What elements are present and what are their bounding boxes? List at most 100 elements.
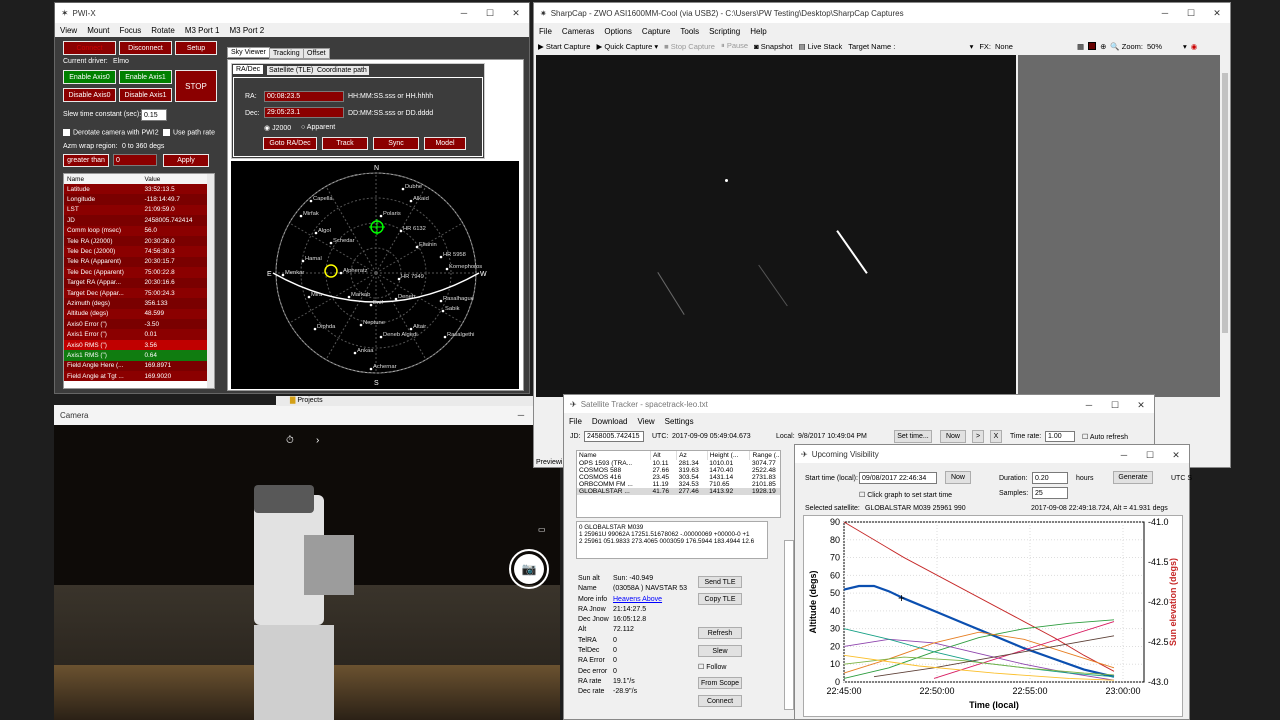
table-row[interactable]: Field Angle Here (... 169.8971: [64, 360, 209, 372]
live-stack-button[interactable]: ▤ Live Stack: [798, 42, 842, 51]
dec-input[interactable]: 29:05:23.1: [264, 107, 344, 118]
set-time-button[interactable]: Set time...: [894, 430, 932, 443]
minimize-icon[interactable]: ─: [508, 405, 534, 425]
visibility-chart[interactable]: 010203040506070809022:45:00 22:50:00 22:55…: [804, 516, 1184, 718]
apparent-radio[interactable]: ○ Apparent: [301, 124, 335, 131]
close-icon[interactable]: ✕: [1163, 445, 1189, 465]
detail-value[interactable]: Heavens Above: [613, 596, 662, 606]
fx-dropdown[interactable]: None: [995, 42, 1075, 51]
sat-row[interactable]: COSMOS 416 23.45 303.54 1431.14 2731.83: [577, 474, 780, 481]
sat-col-header[interactable]: Alt: [650, 451, 678, 460]
target-name-dropdown[interactable]: ▾: [899, 42, 974, 51]
table-row[interactable]: Tele Dec (J2000) 74:56:30.3: [64, 246, 209, 257]
disconnect-button[interactable]: Disconnect: [119, 41, 172, 55]
sharpcap-titlebar[interactable]: ✷ SharpCap - ZWO ASI1600MM-Cool (via USB2…: [534, 3, 1230, 23]
menu-settings[interactable]: Settings: [665, 417, 694, 426]
menu-scripting[interactable]: Scripting: [709, 27, 740, 36]
pwi-titlebar[interactable]: ✶ PWI-X ─ ☐ ✕: [55, 3, 529, 23]
forward-button[interactable]: >: [972, 430, 984, 443]
target-icon[interactable]: ◉: [1191, 42, 1198, 51]
table-row[interactable]: Latitude 33:52:13.5: [64, 184, 209, 195]
table-row[interactable]: Tele RA (J2000) 20:30:26.0: [64, 235, 209, 247]
minimize-icon[interactable]: ─: [1076, 395, 1102, 415]
menu-help[interactable]: Help: [750, 27, 766, 36]
derotate-checkbox[interactable]: Derotate camera with PWI2: [63, 129, 159, 136]
sat-row[interactable]: ORBCOMM FM ... 11.19 324.53 710.65 2101.85: [577, 481, 780, 488]
scroll-thumb[interactable]: [1222, 73, 1228, 333]
sat-col-header[interactable]: Az: [676, 451, 708, 460]
sat-row[interactable]: COSMOS 588 27.66 319.63 1470.40 2522.48: [577, 467, 780, 474]
camera-titlebar[interactable]: Camera ─☐: [54, 405, 560, 425]
minimize-icon[interactable]: ─: [1152, 3, 1178, 23]
col-name[interactable]: Name: [64, 174, 144, 184]
j2000-radio[interactable]: ◉ J2000: [264, 124, 291, 132]
table-row[interactable]: Tele Dec (Apparent) 75:00:22.8: [64, 267, 209, 278]
connect-button[interactable]: Connect: [698, 695, 742, 707]
sat-col-header[interactable]: Height (...: [707, 451, 751, 460]
menu-m3-port-1[interactable]: M3 Port 1: [185, 26, 220, 35]
table-row[interactable]: Axis1 RMS (") 0.64: [64, 350, 209, 361]
subtab-coordinate-path[interactable]: Coordinate path: [315, 66, 369, 75]
table-row[interactable]: Axis0 RMS (") 3.56: [64, 339, 209, 351]
maximize-icon[interactable]: ☐: [1102, 395, 1128, 415]
sat-row[interactable]: GLOBALSTAR ... 41.76 277.46 1413.92 1928.19: [577, 488, 780, 495]
ra-input[interactable]: 00:08:23.5: [264, 91, 344, 102]
snapshot-button[interactable]: ◙ Snapshot: [754, 42, 792, 51]
start-time-input[interactable]: 09/08/2017 22:46:34: [859, 472, 937, 484]
from-scope-button[interactable]: From Scope: [698, 677, 742, 689]
time-rate-input[interactable]: 1.00: [1045, 431, 1075, 442]
slew-button[interactable]: Slew: [698, 645, 742, 657]
capture-preview[interactable]: [536, 55, 1016, 397]
menu-file[interactable]: File: [569, 417, 582, 426]
visibility-graph[interactable]: 0 10 20 30 40 50 60 70 80 90 22:45:00 22:50:00 22:55…: [803, 515, 1183, 717]
maximize-icon[interactable]: ☐: [1178, 3, 1204, 23]
start-capture-button[interactable]: ▶ Start Capture: [538, 42, 590, 51]
quick-capture-button[interactable]: ▶ Quick Capture ▾: [596, 42, 658, 51]
stop-button[interactable]: STOP: [175, 70, 217, 102]
sat-titlebar[interactable]: ✈ Satellite Tracker - spacetrack-leo.txt …: [564, 395, 1154, 413]
sat-col-header[interactable]: Name: [577, 451, 652, 460]
disable-axis1-button[interactable]: Disable Axis1: [119, 88, 172, 102]
menu-view[interactable]: View: [60, 26, 77, 35]
sky-chart[interactable]: N E W S Capella Dubhe Alkaid Polaris HR 6132…: [231, 161, 519, 389]
timer-icon[interactable]: ⏱: [286, 435, 294, 446]
menu-options[interactable]: Options: [604, 27, 632, 36]
table-row[interactable]: Target Dec (Appar... 75:00:24.3: [64, 287, 209, 299]
tab-offset[interactable]: Offset: [303, 48, 330, 59]
table-row[interactable]: Longitude -118:14:49.7: [64, 194, 209, 205]
tab-tracking[interactable]: Tracking: [269, 48, 304, 59]
apply-button[interactable]: Apply: [163, 154, 209, 167]
table-row[interactable]: Altitude (degs) 48.599: [64, 308, 209, 320]
duration-input[interactable]: 0.20: [1032, 472, 1068, 484]
sky-viewer[interactable]: N E W S Capella Dubhe Alkaid Polaris HR 6132…: [231, 161, 519, 389]
menu-file[interactable]: File: [539, 27, 552, 36]
sat-row[interactable]: OPS 1593 (TRA... 10.11 281.34 1010.01 3074.7…: [577, 460, 780, 467]
grid-icon[interactable]: ▦: [1077, 42, 1084, 51]
table-scrollbar[interactable]: [207, 174, 214, 388]
chevron-right-icon[interactable]: ›: [316, 435, 319, 446]
col-value[interactable]: Value: [144, 174, 209, 184]
menu-capture[interactable]: Capture: [642, 27, 670, 36]
stop-capture-button[interactable]: ■ Stop Capture: [664, 42, 715, 51]
auto-refresh-checkbox[interactable]: ☐ Auto refresh: [1082, 433, 1128, 441]
color-swatch-icon[interactable]: [1088, 42, 1097, 50]
menu-download[interactable]: Download: [592, 417, 628, 426]
table-row[interactable]: Axis0 Error (") -3.50: [64, 319, 209, 330]
copy-tle-button[interactable]: Copy TLE: [698, 593, 742, 605]
zoom-chevron-icon[interactable]: ▾: [1183, 42, 1187, 51]
minimize-icon[interactable]: ─: [451, 3, 477, 23]
table-row[interactable]: Target RA (Appar... 20:30:16.6: [64, 277, 209, 288]
greater-than-select[interactable]: greater than: [63, 154, 109, 167]
close-icon[interactable]: ✕: [1128, 395, 1154, 415]
capture-photo-button[interactable]: 📷: [509, 549, 549, 589]
video-mode-icon[interactable]: ▭: [538, 525, 546, 534]
table-row[interactable]: Azimuth (degs) 356.133: [64, 298, 209, 309]
generate-button[interactable]: Generate: [1113, 471, 1153, 484]
samples-input[interactable]: 25: [1032, 487, 1068, 499]
menu-focus[interactable]: Focus: [119, 26, 141, 35]
sync-button[interactable]: Sync: [373, 137, 419, 150]
jd-input[interactable]: 2458005.742415: [584, 431, 644, 442]
vis-titlebar[interactable]: ✈ Upcoming Visibility ─ ☐ ✕: [795, 445, 1189, 463]
reticle-icon[interactable]: ⊕: [1100, 42, 1106, 51]
wrap-value-input[interactable]: 0: [113, 154, 157, 166]
